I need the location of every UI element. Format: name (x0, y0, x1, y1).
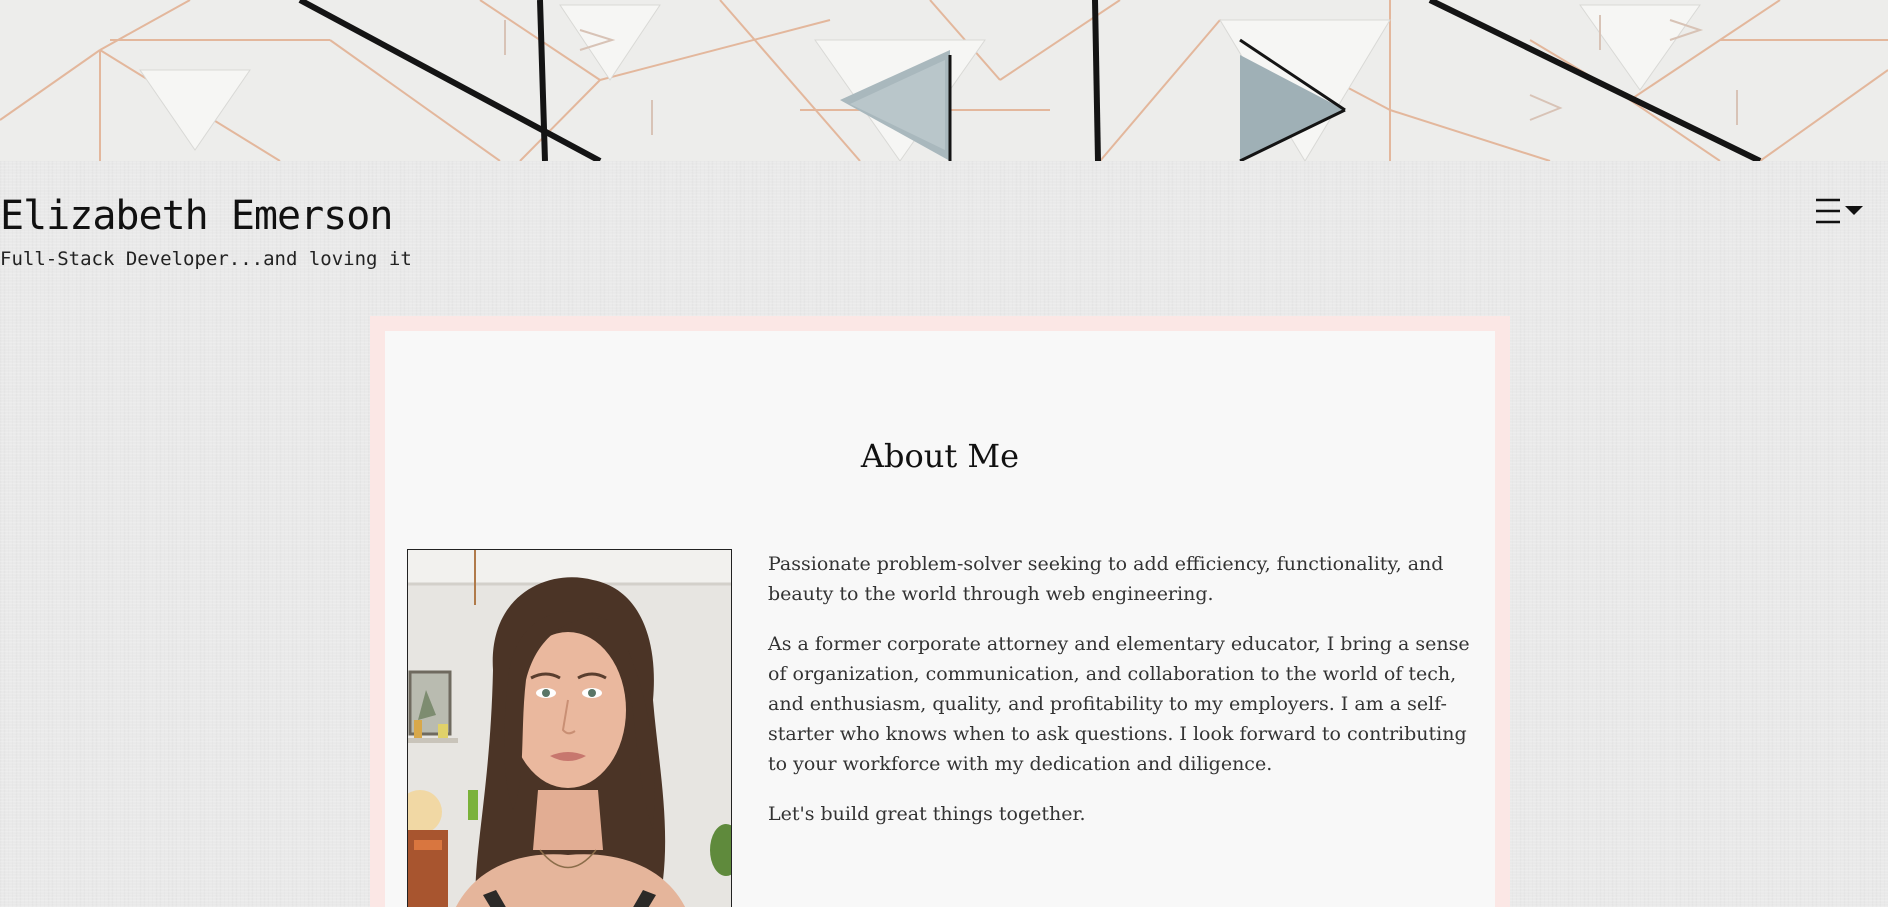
geometric-pattern-image (0, 0, 1888, 161)
caret-down-icon (1845, 206, 1863, 215)
hamburger-menu-icon (1816, 198, 1863, 224)
profile-photo (407, 549, 732, 907)
bio-paragraph-3: Let's build great things together. (768, 803, 1086, 825)
bio-paragraph-1: Passionate problem-solver seeking to add… (768, 553, 1444, 605)
site-tagline: Full-Stack Developer...and loving it (0, 248, 412, 270)
about-card: About Me Passionate problem-solver seeki… (385, 331, 1495, 907)
hero-banner (0, 0, 1888, 161)
bio-paragraph-2: As a former corporate attorney and eleme… (768, 633, 1470, 775)
about-bio: Passionate problem-solver seeking to add… (768, 549, 1473, 849)
menu-toggle-button[interactable] (1812, 195, 1872, 227)
site-title[interactable]: Elizabeth Emerson (0, 191, 393, 241)
about-heading: About Me (860, 437, 1020, 475)
